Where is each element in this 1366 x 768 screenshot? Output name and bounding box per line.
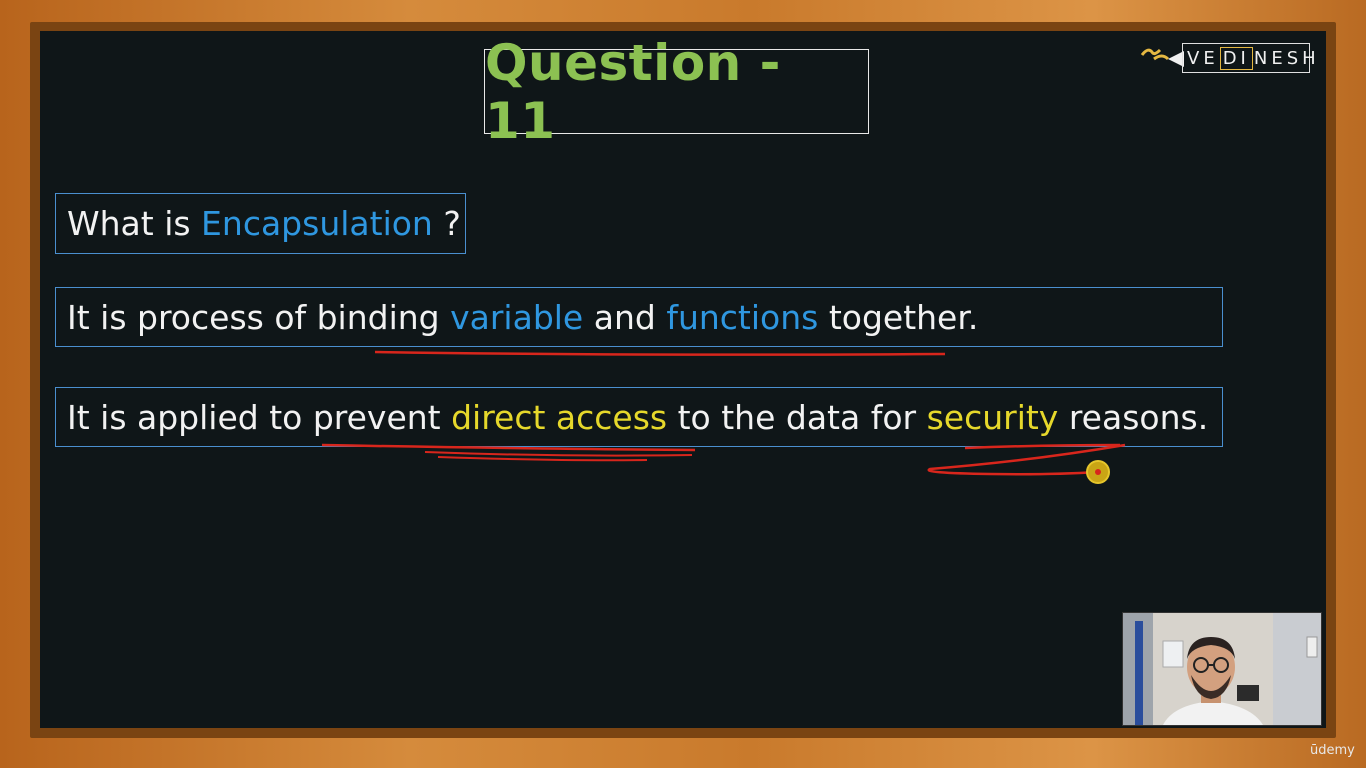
logo-text-left: VE — [1187, 47, 1219, 69]
answer1-part3: together. — [818, 297, 979, 337]
question-box: What is Encapsulation ? — [55, 193, 466, 254]
answer1-part1: It is process of binding — [67, 297, 451, 337]
underline-security — [927, 443, 1126, 476]
answer-box-1: It is process of binding variable and fu… — [55, 287, 1223, 347]
answer1-keyword-functions: functions — [666, 297, 819, 337]
logo-text-right: NESH — [1253, 47, 1320, 69]
underline-direct-access-2 — [437, 456, 648, 462]
answer2-part1: It is applied to prevent — [67, 397, 452, 437]
answer2-keyword-security: security — [926, 397, 1059, 437]
answer1-part2: and — [583, 297, 667, 337]
question-suffix: ? — [432, 204, 461, 243]
logo-wordmark: VE DI NESH — [1182, 43, 1316, 73]
answer2-keyword-direct-access: direct access — [451, 397, 668, 437]
question-prefix: What is — [67, 204, 202, 243]
underline-direct-access-1 — [424, 451, 693, 457]
answer2-part3: reasons. — [1058, 397, 1209, 437]
logo-text-middle: DI — [1219, 46, 1253, 70]
slide-title: Question - 11 — [485, 33, 781, 150]
laser-pointer-icon — [1086, 460, 1110, 484]
udemy-watermark: ūdemy — [1310, 743, 1355, 758]
title-box: Question - 11 — [484, 34, 869, 150]
answer-box-2: It is applied to prevent direct access t… — [55, 387, 1223, 447]
question-keyword: Encapsulation — [201, 204, 433, 243]
brand-logo: VE DI NESH — [1140, 43, 1316, 75]
pen-nib-icon — [1140, 48, 1184, 67]
underline-binding — [374, 350, 946, 356]
answer1-keyword-variable: variable — [450, 297, 584, 337]
instructor-webcam — [1122, 612, 1322, 726]
answer2-part2: to the data for — [667, 397, 927, 437]
